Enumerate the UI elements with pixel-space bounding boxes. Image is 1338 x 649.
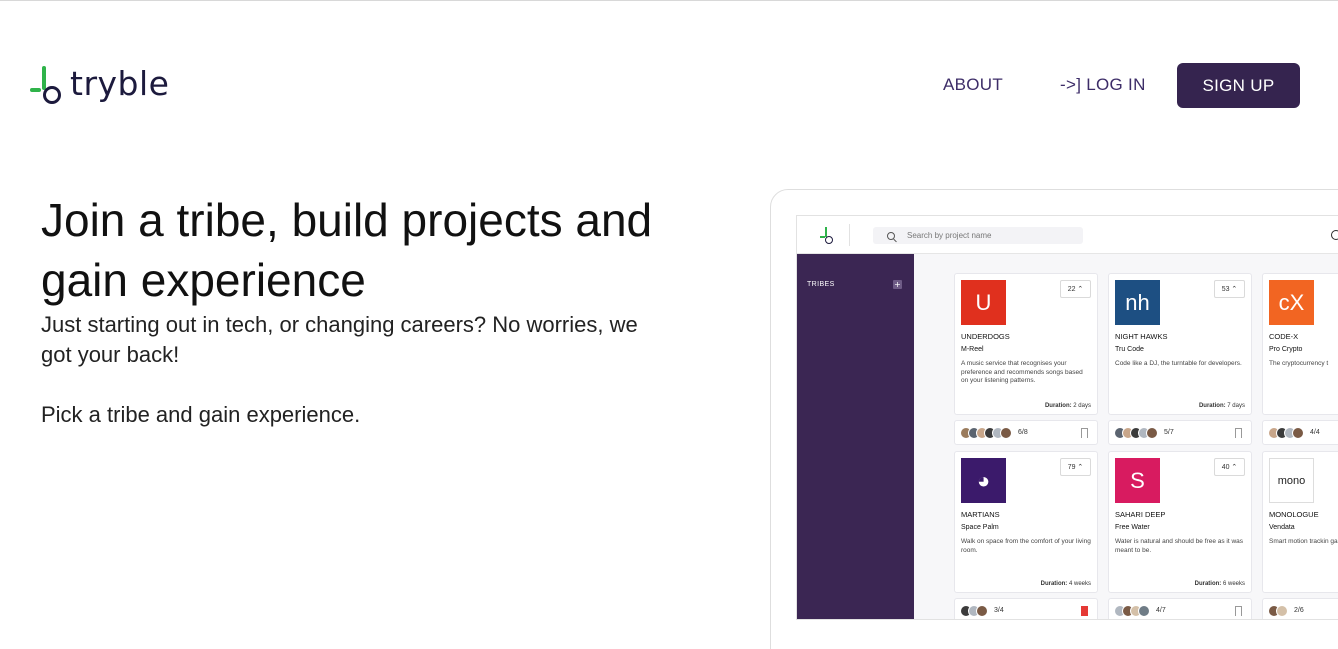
member-count: 6/8: [1018, 429, 1028, 436]
logo-mark-icon: [30, 64, 64, 106]
duration-label: Duration:: [1044, 403, 1072, 409]
tribe-logo-icon: U: [961, 280, 1006, 325]
project-description: A music service that recognises your pre…: [961, 360, 1083, 384]
mockup-divider: [849, 224, 850, 246]
tribe-logo-icon: mono: [1269, 458, 1314, 503]
tribe-name: MARTIANS: [961, 510, 1000, 519]
duration-label: Duration:: [1040, 581, 1068, 587]
duration-label: Duration:: [1194, 581, 1222, 587]
hero-tagline: Pick a tribe and gain experience.: [41, 402, 361, 427]
project-card[interactable]: nh 53 ⌃ NIGHT HAWKS Tru Code Code like a DJ,…: [1108, 273, 1252, 415]
project-duration: Duration: 7 days: [1199, 403, 1245, 409]
upvote-button[interactable]: 22 ⌃: [1060, 280, 1091, 298]
tribe-name: MONOLOGUE: [1269, 510, 1319, 519]
project-description: Smart motion trackin games.: [1269, 538, 1338, 545]
duration-value: 7 days: [1225, 403, 1245, 409]
mockup-sidebar: TRIBES +: [797, 254, 914, 619]
project-description: Water is natural and should be free as i…: [1115, 538, 1244, 554]
bookmark-icon[interactable]: [1081, 606, 1088, 616]
tribe-logo-icon: S: [1115, 458, 1160, 503]
avatar: [1000, 427, 1012, 439]
avatar: [1292, 427, 1304, 439]
brand-logo[interactable]: tryble: [30, 62, 169, 108]
avatar: [1146, 427, 1158, 439]
upvote-button[interactable]: 53 ⌃: [1214, 280, 1245, 298]
duration-label: Duration:: [1198, 403, 1226, 409]
card-footer: 4/4: [1262, 420, 1338, 445]
member-avatars: [1268, 605, 1288, 617]
signup-button[interactable]: SIGN UP: [1177, 63, 1300, 108]
sidebar-heading: TRIBES: [807, 281, 835, 288]
project-name: Pro Crypto: [1269, 346, 1303, 353]
project-name: Free Water: [1115, 524, 1150, 531]
project-card[interactable]: S 40 ⌃ SAHARI DEEP Free Water Water is natur…: [1108, 451, 1252, 593]
bookmark-icon[interactable]: [1235, 428, 1242, 438]
tribe-logo-icon: ◕: [961, 458, 1006, 503]
project-card[interactable]: cX CODE-X Pro Crypto The cryptocurrency t: [1262, 273, 1338, 415]
card-footer: 4/7: [1108, 598, 1252, 619]
brand-name: tryble: [70, 63, 170, 103]
avatar: [976, 605, 988, 617]
tribe-name: CODE-X: [1269, 332, 1299, 341]
tribe-name: NIGHT HAWKS: [1115, 332, 1168, 341]
project-card[interactable]: ◕ 79 ⌃ MARTIANS Space Palm Walk on space fro…: [954, 451, 1098, 593]
mockup-topbar: Search by project name: [797, 216, 1338, 254]
search-icon: [887, 231, 895, 240]
tribe-logo-icon: cX: [1269, 280, 1314, 325]
project-name: Space Palm: [961, 524, 999, 531]
upvote-button[interactable]: 40 ⌃: [1214, 458, 1245, 476]
hero-subtitle: Just starting out in tech, or changing c…: [41, 312, 638, 367]
project-description: The cryptocurrency t: [1269, 360, 1329, 367]
member-count: 4/4: [1310, 429, 1320, 436]
add-tribe-icon: +: [893, 280, 902, 289]
project-description: Walk on space from the comfort of your l…: [961, 538, 1091, 554]
project-duration: Duration: 4 weeks: [1041, 581, 1091, 587]
member-avatars: [960, 427, 1012, 439]
duration-value: 4 weeks: [1067, 581, 1091, 587]
bookmark-icon[interactable]: [1235, 606, 1242, 616]
tribe-name: UNDERDOGS: [961, 332, 1010, 341]
avatar: [1138, 605, 1150, 617]
member-count: 5/7: [1164, 429, 1174, 436]
app-mockup: Search by project name TRIBES + U 22 ⌃ UND…: [796, 215, 1338, 620]
hero-title: Join a tribe, build projects and gain ex…: [41, 194, 653, 306]
member-count: 4/7: [1156, 607, 1166, 614]
project-card[interactable]: mono MONOLOGUE Vendata Smart motion trackin…: [1262, 451, 1338, 593]
project-name: M-Reel: [961, 346, 984, 353]
tribe-name: SAHARI DEEP: [1115, 510, 1166, 519]
card-footer: 6/8: [954, 420, 1098, 445]
project-duration: Duration: 2 days: [1045, 403, 1091, 409]
mockup-search-input: Search by project name: [873, 227, 1083, 244]
card-footer: 5/7: [1108, 420, 1252, 445]
nav-about-link[interactable]: ABOUT: [943, 75, 1003, 95]
member-avatars: [1114, 427, 1158, 439]
top-border: [0, 0, 1338, 1]
member-count: 2/6: [1294, 607, 1304, 614]
project-card[interactable]: U 22 ⌃ UNDERDOGS M-Reel A music service that…: [954, 273, 1098, 415]
nav-login-link[interactable]: ->] LOG IN: [1060, 75, 1146, 95]
project-description: Code like a DJ, the turntable for develo…: [1115, 360, 1242, 367]
duration-value: 2 days: [1071, 403, 1091, 409]
card-footer: 3/4: [954, 598, 1098, 619]
upvote-button[interactable]: 79 ⌃: [1060, 458, 1091, 476]
member-avatars: [1114, 605, 1150, 617]
project-name: Tru Code: [1115, 346, 1144, 353]
mockup-logo-icon: [820, 227, 834, 245]
project-duration: Duration: 6 weeks: [1195, 581, 1245, 587]
card-footer: 2/6: [1262, 598, 1338, 619]
search-placeholder: Search by project name: [907, 231, 992, 240]
duration-value: 6 weeks: [1221, 581, 1245, 587]
member-avatars: [1268, 427, 1304, 439]
member-count: 3/4: [994, 607, 1004, 614]
tribe-logo-icon: nh: [1115, 280, 1160, 325]
member-avatars: [960, 605, 988, 617]
avatar: [1276, 605, 1288, 617]
project-name: Vendata: [1269, 524, 1295, 531]
user-icon: [1331, 230, 1338, 240]
bookmark-icon[interactable]: [1081, 428, 1088, 438]
